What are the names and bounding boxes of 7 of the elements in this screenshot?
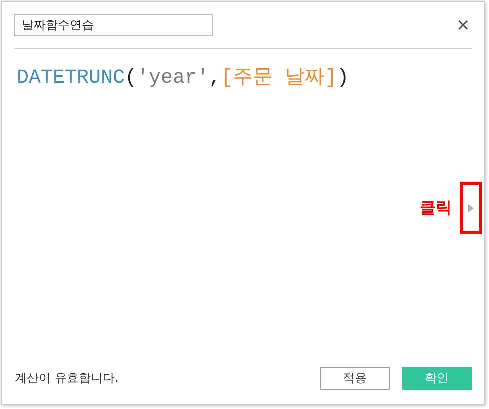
apply-button[interactable]: 적용 <box>320 367 390 390</box>
status-text: 계산이 유효합니다. <box>15 370 120 387</box>
name-field[interactable]: 날짜함수연습 <box>14 14 213 36</box>
expand-arrow-icon[interactable] <box>468 204 474 212</box>
close-button[interactable]: ✕ <box>454 16 472 34</box>
formula-text[interactable]: DATETRUNC('year',[주문 날짜]) <box>2 49 420 367</box>
click-annotation: 클릭 <box>420 198 452 218</box>
